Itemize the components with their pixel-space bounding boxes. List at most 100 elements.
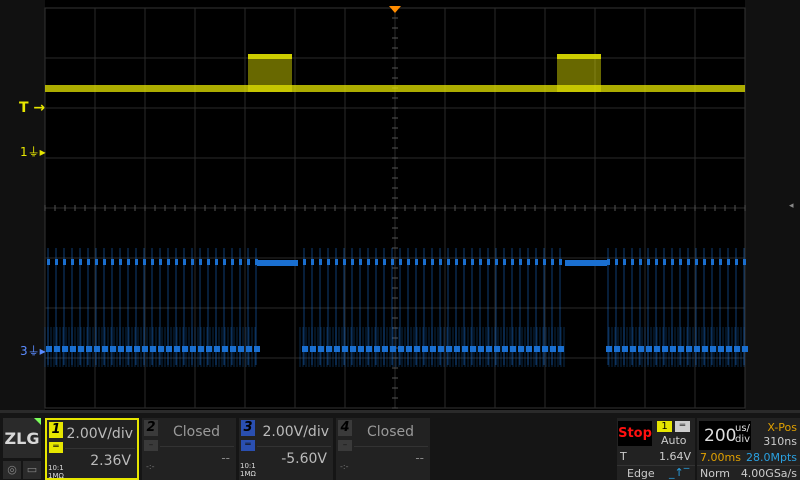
ch4-number: 4 — [338, 420, 352, 436]
ch3-high-level — [735, 259, 738, 265]
ch3-high-level — [527, 259, 530, 265]
ch3-high-level — [727, 259, 730, 265]
ch3-high-level — [359, 259, 362, 265]
acquisition-mode: Norm — [700, 467, 731, 480]
ch3-high-level — [135, 259, 138, 265]
trigger-source: 1 — [657, 421, 672, 432]
timebase-panel[interactable]: 200 us/ div X-Pos 310ns 7.00ms 28.0Mpts … — [697, 418, 800, 480]
trigger-level-marker[interactable]: T → — [19, 100, 45, 116]
ch3-volts-div: 2.00V/div — [262, 424, 329, 440]
ch3-high-level — [367, 259, 370, 265]
ch3-high-level — [79, 259, 82, 265]
sample-rate: 4.00GSa/s — [740, 467, 797, 480]
ch2-probe: -:- — [146, 462, 155, 471]
timebase-unit-top: us/ — [735, 423, 750, 434]
divider — [257, 446, 331, 447]
timebase-scale[interactable]: 200 us/ div — [699, 421, 751, 450]
ch3-high-level — [231, 259, 234, 265]
ch3-high-level — [215, 259, 218, 265]
trigger-type: Edge — [627, 467, 655, 480]
ch3-high-level — [623, 259, 626, 265]
ch3-ground-marker[interactable]: 3⏚▸ — [20, 342, 46, 359]
trigger-mode: Auto — [661, 434, 687, 447]
ch3-high-level — [191, 259, 194, 265]
ch2-number: 2 — [144, 420, 158, 436]
ch3-high-level — [183, 259, 186, 265]
ch3-high-level — [711, 259, 714, 265]
ch3-high-level — [671, 259, 674, 265]
side-panel-arrow-icon[interactable]: ◂ — [789, 201, 794, 211]
ch1-ground-marker[interactable]: 1⏚▸ — [20, 143, 46, 160]
coupling-icon: – — [144, 440, 158, 451]
ch3-high-level — [511, 259, 514, 265]
ch3-high-level — [407, 259, 410, 265]
ch3-high-level — [383, 259, 386, 265]
ch3-high-level — [223, 259, 226, 265]
ch3-idle-level — [565, 260, 607, 266]
divider — [354, 446, 428, 447]
xpos-label: X-Pos — [767, 421, 797, 434]
ch2-status: Closed — [172, 424, 220, 440]
channel-3-panel[interactable]: 3 ═ 2.00V/div -5.60V 10:1 1MΩ — [239, 418, 333, 480]
ch3-high-level — [239, 259, 242, 265]
ch3-high-level — [639, 259, 642, 265]
ch3-idle-level — [257, 260, 298, 266]
trigger-level: 1.64V — [658, 450, 691, 463]
touch-icon[interactable]: ◎ — [3, 461, 21, 479]
ch1-probe-ratio: 10:1 — [48, 464, 64, 472]
ch3-high-level — [615, 259, 618, 265]
ch3-high-level — [391, 259, 394, 265]
ch3-high-level — [703, 259, 706, 265]
ch3-high-level — [719, 259, 722, 265]
ch3-probe-ratio: 10:1 — [240, 462, 256, 470]
waveform-display[interactable] — [0, 0, 800, 410]
ch1-marker-label: 1 — [20, 145, 28, 159]
ch3-high-level — [487, 259, 490, 265]
ch3-high-level — [631, 259, 634, 265]
ch3-high-level — [655, 259, 658, 265]
ch3-high-level — [303, 259, 306, 265]
indicator-triangle-icon — [34, 418, 41, 425]
ch3-high-level — [95, 259, 98, 265]
bottom-status-bar: ZLG ◎ ▭ 1 ═ 2.00V/div 2.36V 10:1 1MΩ 2 – … — [0, 410, 800, 480]
ch3-impedance: 1MΩ — [240, 470, 256, 478]
channel-2-panel[interactable]: 2 – Closed -- -:- — [142, 418, 236, 480]
ch1-burst-top — [248, 54, 292, 59]
ch3-high-level — [159, 259, 162, 265]
run-stop-button[interactable]: Stop — [618, 421, 652, 446]
ch3-high-level — [311, 259, 314, 265]
ch3-high-level — [543, 259, 546, 265]
ch1-trace — [45, 85, 745, 92]
gesture-icon[interactable]: ▭ — [23, 461, 41, 479]
ch1-burst — [248, 54, 292, 92]
ch3-high-level — [119, 259, 122, 265]
ch3-high-level — [343, 259, 346, 265]
ch3-high-level — [519, 259, 522, 265]
ch1-burst-top — [557, 54, 601, 59]
ch3-high-level — [439, 259, 442, 265]
trigger-level-label: T — [620, 450, 627, 463]
ch3-high-level — [151, 259, 154, 265]
ch3-high-level — [399, 259, 402, 265]
ch3-number: 3 — [241, 420, 255, 436]
ch1-offset: 2.36V — [90, 453, 131, 469]
ch3-high-level — [447, 259, 450, 265]
ch3-high-level — [471, 259, 474, 265]
ch3-high-level — [199, 259, 202, 265]
ch3-high-level — [455, 259, 458, 265]
ch3-high-level — [495, 259, 498, 265]
ch3-probe: 10:1 1MΩ — [240, 462, 256, 478]
ch3-high-level — [247, 259, 250, 265]
ch3-high-level — [695, 259, 698, 265]
ch3-high-level — [679, 259, 682, 265]
trigger-panel[interactable]: Stop 1 ═ Auto T 1.64V Edge _↑‾ — [617, 418, 695, 480]
ch3-high-level — [207, 259, 210, 265]
ch3-high-level — [127, 259, 130, 265]
ch3-high-level — [71, 259, 74, 265]
ch3-high-level — [167, 259, 170, 265]
channel-4-panel[interactable]: 4 – Closed -- -:- — [336, 418, 430, 480]
ch3-high-level — [375, 259, 378, 265]
channel-1-panel[interactable]: 1 ═ 2.00V/div 2.36V 10:1 1MΩ — [45, 418, 139, 480]
ch3-high-level — [335, 259, 338, 265]
rising-edge-icon: _↑‾ — [669, 466, 690, 479]
